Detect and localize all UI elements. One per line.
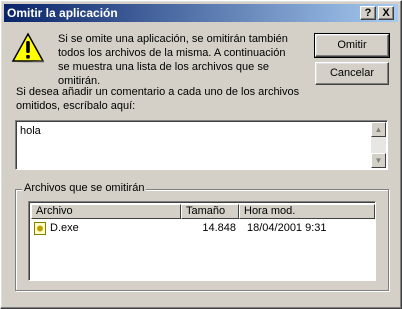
column-header-file[interactable]: Archivo bbox=[31, 204, 181, 219]
column-header-size[interactable]: Tamaño bbox=[181, 204, 239, 219]
help-button[interactable]: ? bbox=[360, 6, 376, 20]
comment-scrollbar[interactable]: ▲ ▼ bbox=[371, 122, 386, 168]
file-size: 14.848 bbox=[202, 222, 236, 234]
comment-value: hola bbox=[20, 125, 41, 137]
files-group-label: Archivos que se omitirán bbox=[22, 182, 147, 194]
close-button[interactable]: X bbox=[378, 6, 394, 20]
file-list[interactable]: Archivo Tamaño Hora mod. D.exe 14.848 18… bbox=[28, 201, 376, 281]
title-bar: Omitir la aplicación ? X bbox=[4, 4, 398, 22]
scroll-down-icon[interactable]: ▼ bbox=[371, 153, 386, 168]
file-modified: 18/04/2001 9:31 bbox=[247, 222, 327, 234]
files-group: Archivos que se omitirán Archivo Tamaño … bbox=[15, 182, 389, 291]
comment-prompt: Si desea añadir un comentario a cada uno… bbox=[16, 86, 300, 112]
dialog-window: Omitir la aplicación ? X Si se omite una… bbox=[0, 0, 402, 309]
explanation-text: Si se omite una aplicación, se omitirán … bbox=[58, 33, 288, 87]
omit-button[interactable]: Omitir bbox=[314, 33, 390, 58]
scroll-up-icon[interactable]: ▲ bbox=[371, 122, 386, 137]
file-name: D.exe bbox=[50, 222, 79, 234]
file-icon bbox=[34, 222, 46, 235]
warning-icon bbox=[11, 32, 45, 63]
window-title: Omitir la aplicación bbox=[7, 6, 118, 20]
file-row[interactable]: D.exe 14.848 18/04/2001 9:31 bbox=[31, 221, 371, 237]
cancel-button[interactable]: Cancelar bbox=[315, 62, 389, 85]
column-header-modified[interactable]: Hora mod. bbox=[239, 204, 375, 219]
comment-textarea[interactable]: hola ▲ ▼ bbox=[15, 120, 388, 170]
